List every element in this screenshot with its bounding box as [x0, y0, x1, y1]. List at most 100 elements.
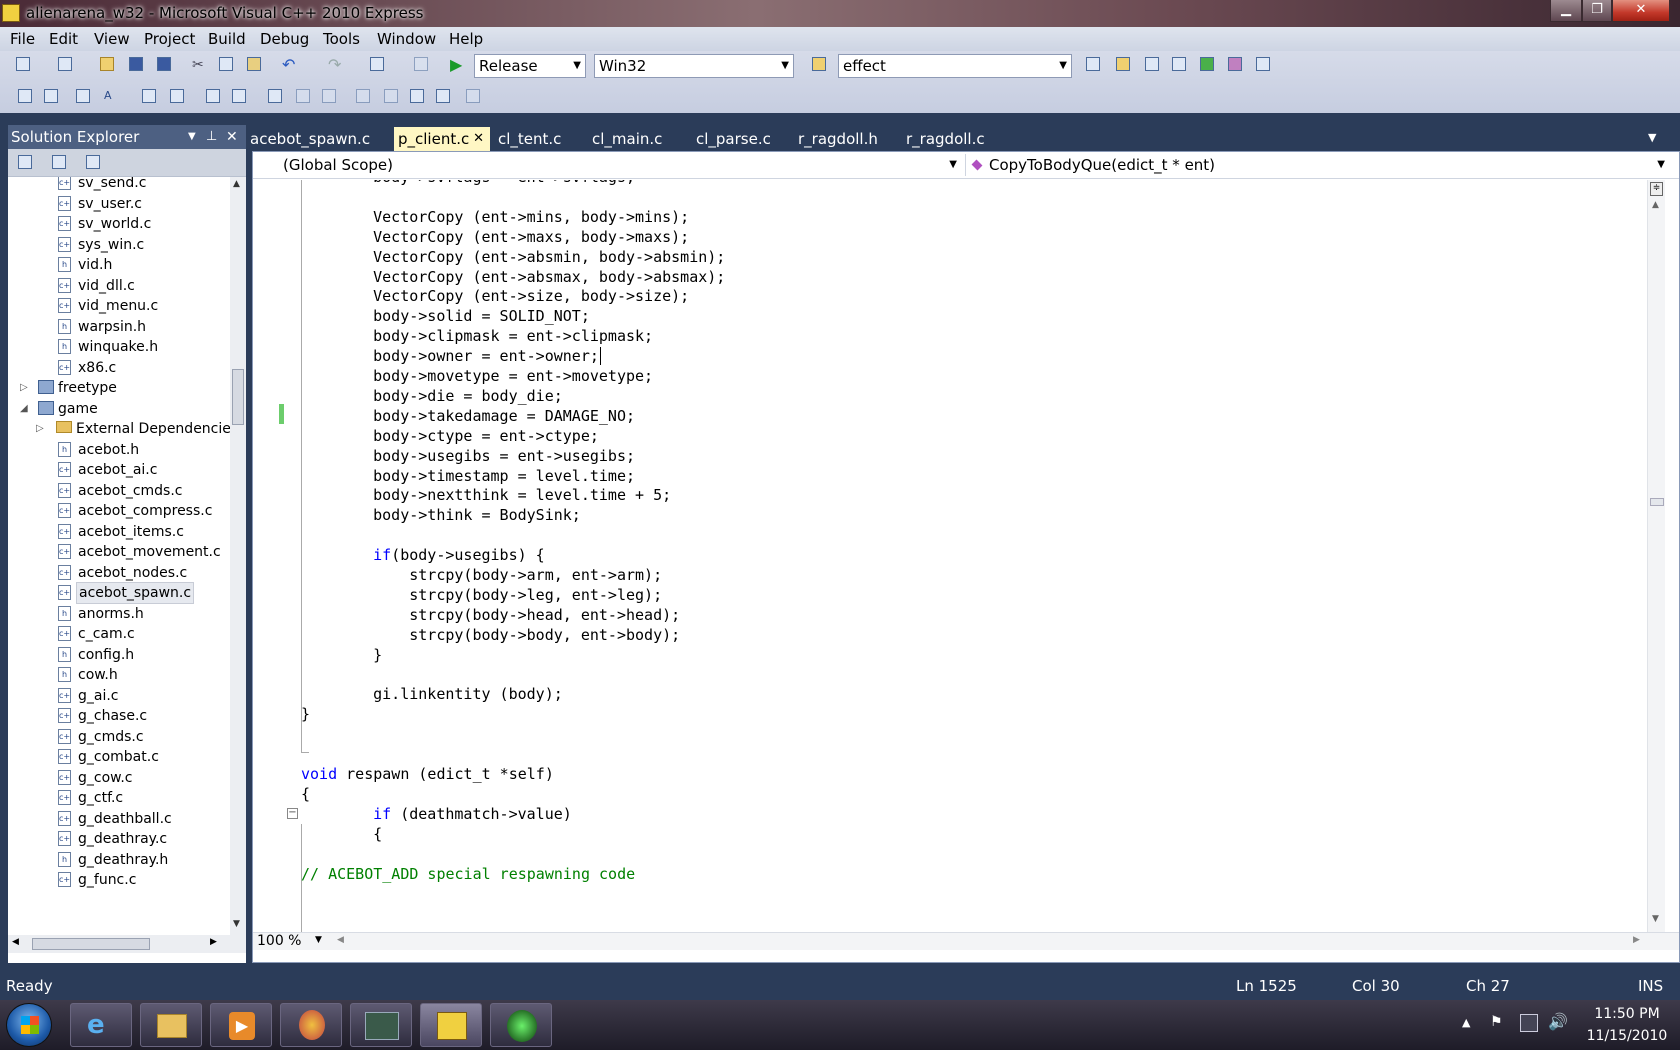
maximize-button[interactable]: ❐ [1582, 0, 1612, 22]
taskbar-media-player[interactable]: ▶ [210, 1003, 272, 1047]
scroll-up-icon[interactable]: ▲ [1652, 200, 1659, 210]
minimize-button[interactable]: ▁ [1550, 0, 1582, 22]
clear-bookmarks-icon[interactable] [466, 89, 480, 103]
tab-cl-parse[interactable]: cl_parse.c [692, 127, 772, 151]
hscroll-left-icon[interactable]: ◀ [337, 935, 344, 945]
menu-debug[interactable]: Debug [260, 30, 309, 48]
new-project-icon[interactable] [16, 57, 30, 71]
close-button[interactable]: ✕ [1612, 0, 1670, 22]
hscroll-right-icon[interactable]: ▶ [1633, 935, 1640, 945]
show-hidden-icons[interactable]: ▲ [1462, 1016, 1470, 1029]
add-item-icon[interactable] [58, 57, 72, 71]
solution-config-combo[interactable]: Release ▼ [474, 54, 586, 78]
menu-view[interactable]: View [94, 30, 130, 48]
split-icon[interactable]: ≑ [1650, 182, 1663, 196]
navigate-backward-icon[interactable] [370, 57, 384, 71]
zoom-dropdown-icon[interactable]: ▼ [315, 935, 322, 945]
prev-bookmark-folder-icon[interactable] [356, 89, 370, 103]
output-icon[interactable] [1200, 57, 1214, 71]
menu-project[interactable]: Project [144, 30, 195, 48]
tab-r-ragdoll-c[interactable]: r_ragdoll.c [902, 127, 992, 151]
scroll-up-icon[interactable]: ▲ [233, 179, 240, 189]
complete-word-icon[interactable]: A [104, 89, 118, 103]
open-file-icon[interactable] [100, 57, 114, 71]
outdent-icon[interactable] [142, 89, 156, 103]
find-icon[interactable] [1086, 57, 1100, 71]
format-icon[interactable] [18, 89, 32, 103]
expand-arrow-icon[interactable]: ▷ [20, 377, 28, 399]
pin-icon[interactable]: ⊥ [206, 125, 217, 149]
tab-list-icon[interactable]: ▼ [1648, 131, 1656, 144]
indent-icon[interactable] [170, 89, 184, 103]
taskbar-explorer[interactable] [140, 1003, 202, 1047]
tab-cl-tent[interactable]: cl_tent.c [494, 127, 574, 151]
previous-bookmark-icon[interactable] [296, 89, 310, 103]
scroll-right-icon[interactable]: ▶ [210, 937, 217, 947]
properties-icon[interactable] [1145, 57, 1159, 71]
dropdown-icon[interactable]: ▼ [188, 125, 196, 149]
scope-combo[interactable]: (Global Scope) ▼ [283, 154, 963, 176]
refresh-icon[interactable] [86, 155, 100, 169]
tree-vertical-scrollbar[interactable]: ▲ ▼ [230, 177, 246, 935]
menu-help[interactable]: Help [449, 30, 483, 48]
member-combo[interactable]: CopyToBodyQue(edict_t * ent) ▼ [971, 154, 1671, 176]
start-debugging-icon[interactable]: ▶ [450, 55, 470, 75]
scroll-down-icon[interactable]: ▼ [1652, 914, 1659, 924]
menu-file[interactable]: File [10, 30, 35, 48]
navigate-forward-icon[interactable] [414, 57, 428, 71]
cut-icon[interactable]: ✂ [192, 57, 206, 73]
menu-build[interactable]: Build [208, 30, 246, 48]
tab-cl-main[interactable]: cl_main.c [588, 127, 668, 151]
start-button[interactable] [6, 1003, 52, 1047]
next-bookmark-doc-icon[interactable] [436, 89, 450, 103]
tree-horizontal-scrollbar[interactable]: ◀ ▶ [8, 935, 246, 953]
editor-scroll-thumb[interactable] [1650, 498, 1664, 506]
toolbox-icon[interactable] [1172, 57, 1186, 71]
code-view[interactable]: − body->svflags = ent->svflags; VectorCo… [253, 180, 1663, 932]
tree-hscroll-thumb[interactable] [32, 938, 150, 950]
toggle-bookmark-icon[interactable] [268, 89, 282, 103]
solution-platform-combo[interactable]: Win32 ▼ [594, 54, 794, 78]
taskbar-app-2[interactable] [350, 1003, 412, 1047]
clock-date[interactable]: 11/15/2010 [1582, 1028, 1672, 1044]
undo-icon[interactable]: ↶ [282, 55, 296, 74]
close-tab-icon[interactable]: ✕ [473, 127, 484, 151]
collapse-icon[interactable]: − [287, 808, 298, 819]
taskbar-visual-cpp[interactable] [420, 1003, 482, 1047]
quick-info-icon[interactable] [76, 89, 90, 103]
zoom-level[interactable]: 100 % [257, 933, 301, 949]
next-bookmark-icon[interactable] [322, 89, 336, 103]
uncomment-icon[interactable] [232, 89, 246, 103]
editor-vertical-scrollbar[interactable]: ≑ ▲ ▼ [1647, 180, 1665, 932]
copy-icon[interactable] [219, 57, 233, 71]
class-view-icon[interactable] [1228, 57, 1242, 71]
tab-p-client[interactable]: p_client.c ✕ [394, 127, 490, 151]
prev-bookmark-doc-icon[interactable] [410, 89, 424, 103]
clock-time[interactable]: 11:50 PM [1582, 1006, 1672, 1022]
tree-scroll-thumb[interactable] [232, 369, 244, 425]
menu-tools[interactable]: Tools [323, 30, 360, 48]
paste-icon[interactable] [247, 57, 261, 71]
redo-icon[interactable]: ↷ [328, 55, 342, 74]
find-combo[interactable]: effect ▼ [838, 54, 1072, 78]
collapse-arrow-icon[interactable]: ◢ [20, 398, 28, 420]
taskbar-app-1[interactable] [280, 1003, 342, 1047]
taskbar-internet-explorer[interactable]: e [70, 1003, 132, 1047]
find-in-files-icon[interactable] [812, 57, 826, 71]
tab-acebot-spawn[interactable]: acebot_spawn.c [246, 127, 376, 151]
scroll-down-icon[interactable]: ▼ [233, 919, 240, 929]
properties-icon[interactable] [18, 155, 32, 169]
solution-explorer-icon[interactable] [1116, 57, 1130, 71]
taskbar-alien-arena[interactable] [490, 1003, 552, 1047]
action-center-icon[interactable]: ⚑ [1490, 1014, 1508, 1032]
comment-icon[interactable] [206, 89, 220, 103]
menu-edit[interactable]: Edit [49, 30, 78, 48]
network-icon[interactable] [1520, 1014, 1538, 1032]
show-all-files-icon[interactable] [52, 155, 66, 169]
save-icon[interactable] [129, 57, 143, 71]
parameter-info-icon[interactable] [44, 89, 58, 103]
next-bookmark-folder-icon[interactable] [384, 89, 398, 103]
tab-r-ragdoll-h[interactable]: r_ragdoll.h [794, 127, 884, 151]
extension-icon[interactable] [1256, 57, 1270, 71]
scroll-left-icon[interactable]: ◀ [12, 937, 19, 947]
